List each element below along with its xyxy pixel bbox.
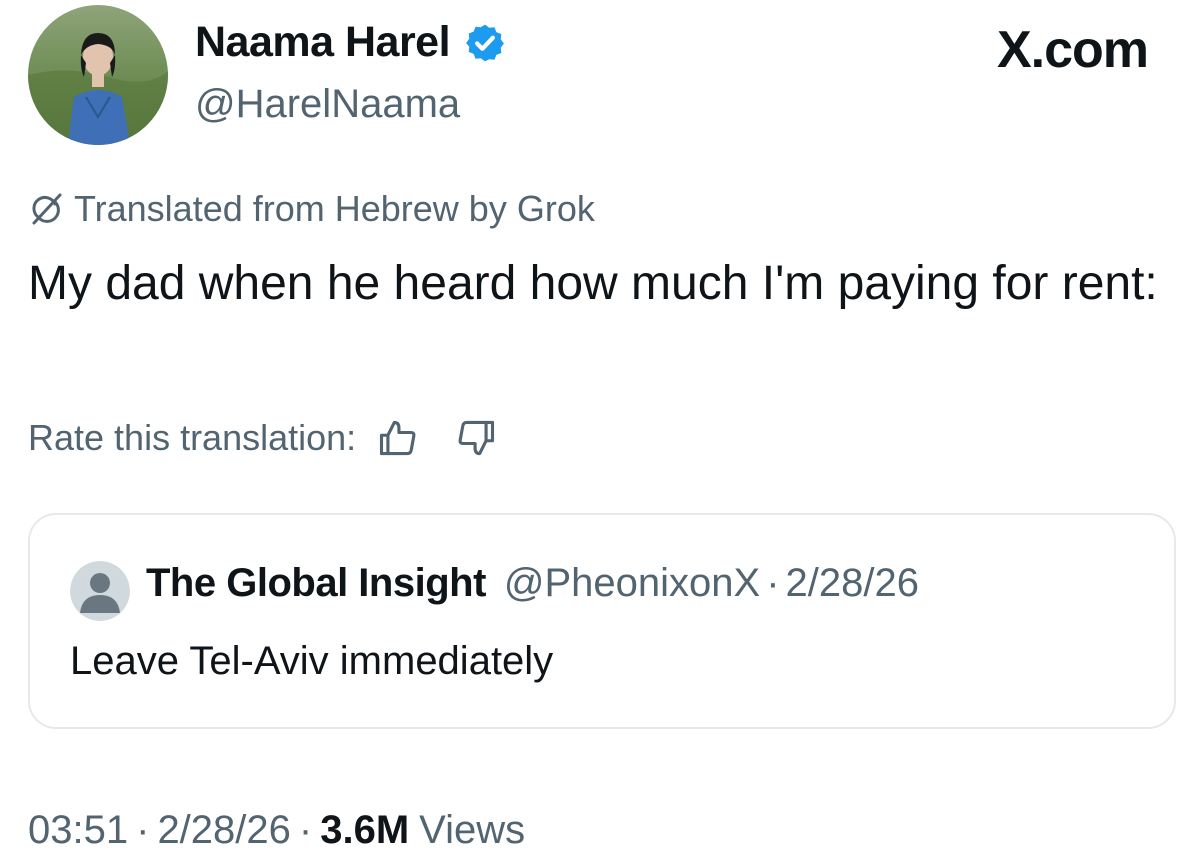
- translation-notice: Translated from Hebrew by Grok: [28, 188, 595, 230]
- translation-notice-text: Translated from Hebrew by Grok: [74, 188, 595, 229]
- brand-logo-text: X.com: [996, 21, 1149, 79]
- views-label: Views: [419, 808, 526, 852]
- quoted-author-name[interactable]: The Global Insight: [146, 561, 486, 606]
- thumbs-down-icon[interactable]: [454, 416, 498, 460]
- author-avatar[interactable]: [28, 5, 168, 145]
- rate-translation-row: Rate this translation:: [28, 416, 498, 460]
- author-display-name[interactable]: Naama Harel: [195, 18, 506, 67]
- tweet-text: My dad when he heard how much I'm paying…: [28, 257, 1158, 310]
- quoted-tweet-text: Leave Tel-Aviv immediately: [70, 639, 554, 683]
- quoted-author-handle[interactable]: @PheonixonX: [504, 561, 760, 606]
- meta-separator: ·: [136, 808, 150, 852]
- quoted-tweet-card[interactable]: The Global Insight @PheonixonX · 2/28/26…: [28, 513, 1176, 729]
- tweet-time[interactable]: 03:51: [28, 808, 128, 853]
- quoted-separator: ·: [766, 561, 780, 605]
- rate-translation-label: Rate this translation:: [28, 417, 357, 458]
- grok-icon: [28, 191, 64, 227]
- author-handle[interactable]: @HarelNaama: [195, 82, 460, 127]
- views-count: 3.6M: [320, 808, 410, 852]
- quoted-tweet-header: The Global Insight @PheonixonX · 2/28/26: [146, 561, 919, 606]
- tweet-metadata: 03:51 · 2/28/26 · 3.6M Views: [28, 808, 525, 853]
- tweet-date[interactable]: 2/28/26: [157, 808, 290, 853]
- thumbs-up-icon[interactable]: [376, 416, 420, 460]
- author-name-text: Naama Harel: [195, 18, 451, 66]
- verified-badge-icon: [464, 22, 506, 64]
- quoted-date[interactable]: 2/28/26: [786, 561, 919, 606]
- meta-separator: ·: [298, 808, 313, 852]
- default-avatar-icon[interactable]: [70, 561, 130, 621]
